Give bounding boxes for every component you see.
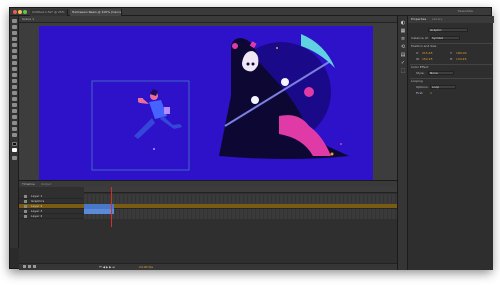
fill-color-swatch[interactable] [12, 148, 17, 152]
tab-timeline[interactable]: Timeline [22, 182, 35, 186]
properties-panel: Properties Library Graphic Instance of: … [408, 16, 494, 270]
workspace-switcher[interactable]: Essentials [458, 9, 473, 13]
style-label: Style: [416, 71, 425, 75]
color-panel-icon[interactable]: ◐ [400, 20, 406, 26]
panel-icon-strip: ◐ ▦ ≡ ⟲ ▤ ✓ ⬚ [398, 16, 408, 270]
stage-canvas[interactable] [39, 26, 373, 185]
title-bar: Untitled-1.fla* @ 25% Halloween Reels @ … [10, 8, 491, 16]
line-tool-icon[interactable] [12, 61, 17, 65]
document-tab-2[interactable]: Halloween Reels @ 100% (Canvas) [70, 9, 122, 16]
layer-icon [24, 210, 27, 213]
oval-tool-icon[interactable] [12, 73, 17, 77]
h-value[interactable]: 134.45 [456, 57, 467, 61]
layer-name[interactable]: Layer 4 [31, 204, 42, 208]
align-panel-icon[interactable]: ≡ [400, 36, 406, 42]
close-window-button[interactable] [13, 10, 17, 14]
tab-library[interactable]: Library [432, 17, 443, 21]
scene-label[interactable]: Scene 1 [22, 17, 34, 21]
width-tool-icon[interactable] [12, 115, 17, 119]
delete-layer-icon[interactable] [33, 265, 36, 268]
motion-presets-icon[interactable]: ✓ [400, 60, 406, 66]
pasteboard [19, 23, 397, 188]
w-value[interactable]: 152.25 [422, 57, 433, 61]
first-frame-label: First: [416, 91, 424, 95]
rectangle-tool-icon[interactable] [12, 67, 17, 71]
options-label: Options: [416, 85, 429, 89]
brush-tool-icon[interactable] [12, 85, 17, 89]
section-looping[interactable]: Looping [411, 79, 423, 83]
selection-tool-icon[interactable] [12, 19, 17, 23]
play-controls[interactable]: ⏮ ◀ ▶ ▶ ⏭ [99, 265, 115, 269]
section-position-size[interactable]: Position and Size [411, 44, 436, 48]
snap-to-objects-icon[interactable] [12, 156, 17, 160]
timeline-panel: Timeline Output Layer 1 Graphics Layer 4… [19, 180, 397, 270]
style-select[interactable]: None [428, 71, 454, 75]
tab-properties[interactable]: Properties [411, 17, 426, 21]
instance-of-label: Instance of: [411, 36, 429, 40]
bone-tool-icon[interactable] [12, 91, 17, 95]
tab-output[interactable]: Output [41, 182, 51, 186]
pencil-tool-icon[interactable] [12, 79, 17, 83]
first-frame-value[interactable]: 1 [430, 91, 432, 95]
new-layer-icon[interactable] [23, 265, 26, 268]
folder-icon [24, 200, 27, 203]
app-window: Untitled-1.fla* @ 25% Halloween Reels @ … [9, 7, 494, 270]
grim-reaper-illustration [219, 34, 349, 159]
y-label: Y: [450, 51, 453, 55]
swatches-panel-icon[interactable]: ▦ [400, 28, 406, 34]
running-character-illustration [134, 89, 182, 139]
zoom-window-button[interactable] [23, 10, 27, 14]
document-tab-1[interactable]: Untitled-1.fla* @ 25% [30, 9, 68, 16]
zoom-tool-icon[interactable] [12, 133, 17, 137]
properties-tabs: Properties Library [408, 16, 494, 23]
h-label: H: [450, 57, 454, 61]
layer-icon [24, 195, 27, 198]
w-label: W: [416, 57, 420, 61]
tools-panel [10, 16, 19, 248]
components-panel-icon[interactable]: ⬚ [400, 68, 406, 74]
transform-panel-icon[interactable]: ⟲ [400, 44, 406, 50]
lasso-tool-icon[interactable] [12, 43, 17, 47]
x-label: X: [416, 51, 420, 55]
subselection-tool-icon[interactable] [12, 25, 17, 29]
layer-name[interactable]: Layer 3 [31, 209, 42, 213]
frame-rate-readout[interactable]: 24.00 fps [139, 265, 153, 269]
paint-bucket-tool-icon[interactable] [12, 97, 17, 101]
new-folder-icon[interactable] [28, 265, 31, 268]
layer-name[interactable]: Graphics [31, 199, 44, 203]
instance-type-select[interactable]: Graphic [428, 28, 468, 32]
right-panel: ◐ ▦ ≡ ⟲ ▤ ✓ ⬚ Properties Library Graphic… [397, 16, 494, 270]
minimize-window-button[interactable] [18, 10, 22, 14]
layer-name[interactable]: Layer 1 [31, 194, 42, 198]
x-value[interactable]: 215.45 [422, 51, 433, 55]
stroke-color-swatch[interactable] [12, 142, 17, 146]
layer-name[interactable]: Layer 2 [31, 214, 42, 218]
options-select[interactable]: Loop [430, 85, 456, 89]
gradient-tool-icon[interactable] [12, 37, 17, 41]
free-transform-tool-icon[interactable] [12, 31, 17, 35]
camera-tool-icon[interactable] [12, 121, 17, 125]
y-value[interactable]: 180.00 [456, 51, 467, 55]
transform-point [153, 148, 155, 150]
layer-icon [24, 205, 27, 208]
hand-tool-icon[interactable] [12, 127, 17, 131]
eyedropper-tool-icon[interactable] [12, 103, 17, 107]
layer-row[interactable]: Layer 2 [19, 214, 397, 219]
library-panel-icon[interactable]: ▤ [400, 52, 406, 58]
text-tool-icon[interactable] [12, 55, 17, 59]
frame-ruler[interactable] [84, 187, 397, 193]
pen-tool-icon[interactable] [12, 49, 17, 53]
stage-artwork [91, 34, 349, 171]
instance-of-value[interactable]: Symbol [430, 36, 460, 40]
layer-frames[interactable] [84, 214, 397, 219]
section-color-effect[interactable]: Color Effect [411, 65, 428, 69]
edit-bar: Scene 1 [19, 16, 397, 23]
eraser-tool-icon[interactable] [12, 109, 17, 113]
layer-icon [24, 215, 27, 218]
timeline-controls: ⏮ ◀ ▶ ▶ ⏭ 24.00 fps [19, 263, 397, 270]
playhead[interactable] [111, 187, 112, 227]
